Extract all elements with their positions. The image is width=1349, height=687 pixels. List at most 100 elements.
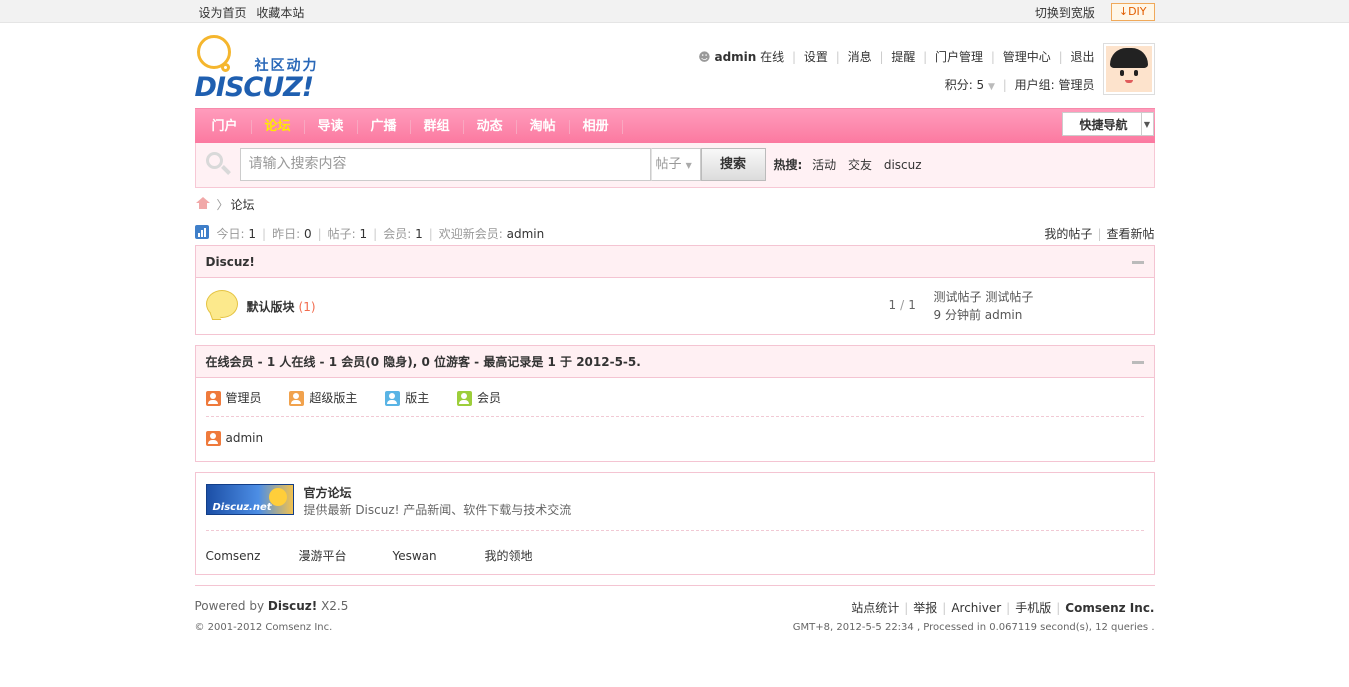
diy-label: DIY xyxy=(1128,4,1147,18)
online-user-list: admin xyxy=(196,417,1154,461)
forum-category: Discuz! 默认版块 (1) 1/1 测试帖子 测试帖子 9 分钟前 admi… xyxy=(194,245,1155,335)
breadcrumb: 〉 论坛 xyxy=(195,188,1155,218)
settings-link[interactable]: 设置 xyxy=(804,50,828,64)
notifications-link[interactable]: 提醒 xyxy=(891,50,915,64)
user-status: 在线 xyxy=(760,50,785,64)
chevron-down-icon: ▼ xyxy=(685,161,692,170)
chart-icon xyxy=(194,225,209,239)
breadcrumb-current[interactable]: 论坛 xyxy=(231,196,255,213)
site-stats-link[interactable]: 站点统计 xyxy=(851,601,899,615)
nav-item-collections[interactable]: 淘帖 xyxy=(517,119,570,134)
newest-member-link[interactable]: admin xyxy=(507,227,545,241)
collapse-icon[interactable] xyxy=(1131,261,1144,264)
collapse-icon[interactable] xyxy=(1131,361,1144,364)
product-version: X2.5 xyxy=(321,599,349,613)
link-title[interactable]: 官方论坛 xyxy=(304,484,352,501)
nav-item-forum[interactable]: 论坛 xyxy=(252,119,305,134)
forum-row: 默认版块 (1) 1/1 测试帖子 测试帖子 9 分钟前 admin xyxy=(196,278,1154,334)
search-button[interactable]: 搜索 xyxy=(700,148,766,181)
stat-label: 今日: xyxy=(216,227,245,241)
member-user-icon xyxy=(457,391,473,406)
user-group[interactable]: 用户组: 管理员 xyxy=(1015,78,1095,92)
site-logo[interactable]: 社区动力 DISCUZ! xyxy=(194,35,330,103)
archiver-link[interactable]: Archiver xyxy=(951,601,1001,615)
online-title[interactable]: 在线会员 - 1 人在线 - 1 会员(0 隐身), 0 位游客 - 最高记录是… xyxy=(206,355,641,369)
debug-info: GMT+8, 2012-5-5 22:34 , Processed in 0.0… xyxy=(792,622,1155,633)
admin-center-link[interactable]: 管理中心 xyxy=(1003,50,1051,64)
stat-members: 1 xyxy=(415,227,423,241)
nav-item-portal[interactable]: 门户 xyxy=(199,119,252,134)
quick-nav-button[interactable]: 快捷导航 ▼ xyxy=(1062,112,1154,136)
text-link[interactable]: 我的领地 xyxy=(485,547,533,564)
stat-posts: 1 xyxy=(359,227,368,241)
last-post-meta[interactable]: 9 分钟前 admin xyxy=(934,306,1034,324)
admin-user-icon xyxy=(205,431,221,446)
discuz-net-banner[interactable]: Discuz.net xyxy=(205,484,294,515)
stat-label: 昨日: xyxy=(272,227,301,241)
nav-item-groups[interactable]: 群组 xyxy=(411,119,464,134)
powered-by: Powered by xyxy=(194,599,265,613)
search-type-select[interactable]: 帖子 ▼ xyxy=(650,148,701,181)
hot-term-link[interactable]: discuz xyxy=(884,158,922,172)
product-link[interactable]: Discuz! xyxy=(268,599,317,613)
search-icon xyxy=(205,152,231,176)
forum-bubble-icon[interactable] xyxy=(205,290,238,318)
user-menu: ☻ admin 在线 | 设置 | 消息 | 提醒 | 门户管理 | 管理中心 … xyxy=(698,50,1095,92)
hot-term-link[interactable]: 活动 xyxy=(812,158,836,172)
home-icon[interactable] xyxy=(195,197,210,209)
online-legend: 管理员 超级版主 版主 会员 xyxy=(196,378,1154,416)
points-menu[interactable]: 积分: 5 ▼ xyxy=(945,78,995,92)
report-link[interactable]: 举报 xyxy=(913,601,937,615)
friend-links-box: Discuz.net 官方论坛 提供最新 Discuz! 产品新闻、软件下载与技… xyxy=(194,472,1155,575)
hot-term-link[interactable]: 交友 xyxy=(848,158,872,172)
points-label: 积分: 5 xyxy=(944,78,985,92)
nav-item-guide[interactable]: 导读 xyxy=(305,119,358,134)
last-post-link[interactable]: 测试帖子 测试帖子 xyxy=(934,288,1034,306)
nav-item-broadcast[interactable]: 广播 xyxy=(358,119,411,134)
legend-label: 管理员 xyxy=(225,391,262,405)
category-header: Discuz! xyxy=(195,246,1154,278)
download-arrow-icon: ↓ xyxy=(1118,4,1129,18)
avatar[interactable] xyxy=(1102,43,1155,95)
bookmark-link[interactable]: 收藏本站 xyxy=(256,6,304,20)
admin-user-icon xyxy=(205,391,221,406)
category-title[interactable]: Discuz! xyxy=(206,255,255,269)
main-nav: 门户 论坛 导读 广播 群组 动态 淘帖 相册 快捷导航 ▼ xyxy=(194,108,1155,143)
top-bar: 设为首页 收藏本站 切换到宽版 ↓DIY xyxy=(0,0,1349,23)
user-icon: ☻ xyxy=(698,50,711,64)
new-posts-link[interactable]: 查看新帖 xyxy=(1106,227,1154,241)
header: 社区动力 DISCUZ! ☻ admin 在线 | 设置 | 消息 | 提醒 |… xyxy=(195,23,1155,108)
forum-stats-bar: 今日: 1 | 昨日: 0 | 帖子: 1 | 会员: 1 | 欢迎新会员: admin 我的帖… xyxy=(194,218,1155,245)
copyright: © 2001-2012 Comsenz Inc. xyxy=(194,622,333,633)
search-input[interactable]: 请输入搜索内容 xyxy=(239,148,651,181)
my-posts-link[interactable]: 我的帖子 xyxy=(1044,227,1092,241)
hot-search: 热搜: 活动 交友 discuz xyxy=(774,156,930,173)
search-bar: 请输入搜索内容 帖子 ▼ 搜索 热搜: 活动 交友 discuz xyxy=(194,143,1155,188)
nav-item-albums[interactable]: 相册 xyxy=(570,119,623,134)
footer: Powered by Discuz! X2.5 © 2001-2012 Coms… xyxy=(194,585,1155,655)
logout-link[interactable]: 退出 xyxy=(1070,50,1094,64)
portal-admin-link[interactable]: 门户管理 xyxy=(935,50,983,64)
mobile-link[interactable]: 手机版 xyxy=(1015,601,1051,615)
legend-label: 会员 xyxy=(477,391,502,405)
banner-text: Discuz.net xyxy=(212,502,272,513)
messages-link[interactable]: 消息 xyxy=(848,50,872,64)
username-link[interactable]: admin xyxy=(714,50,756,64)
logo-wordmark: DISCUZ! xyxy=(194,72,315,103)
text-link[interactable]: Comsenz xyxy=(206,549,299,563)
forum-thread-count: 1 xyxy=(888,298,897,312)
online-user[interactable]: admin xyxy=(205,431,264,446)
online-members-box: 在线会员 - 1 人在线 - 1 会员(0 隐身), 0 位游客 - 最高记录是… xyxy=(194,345,1155,462)
switch-wide-link[interactable]: 切换到宽版 xyxy=(1035,4,1095,21)
text-link[interactable]: Yeswan xyxy=(393,549,485,563)
text-link[interactable]: 漫游平台 xyxy=(299,547,393,564)
company-link[interactable]: Comsenz Inc. xyxy=(1065,601,1154,615)
nav-item-activity[interactable]: 动态 xyxy=(464,119,517,134)
diy-button[interactable]: ↓DIY xyxy=(1110,2,1155,21)
set-home-link[interactable]: 设为首页 xyxy=(199,6,247,20)
online-user-name: admin xyxy=(225,431,264,445)
logo-bubble-tail xyxy=(220,63,230,72)
stat-label: 会员: xyxy=(383,227,412,241)
online-header: 在线会员 - 1 人在线 - 1 会员(0 隐身), 0 位游客 - 最高记录是… xyxy=(195,346,1154,378)
forum-name-link[interactable]: 默认版块 xyxy=(247,300,295,314)
